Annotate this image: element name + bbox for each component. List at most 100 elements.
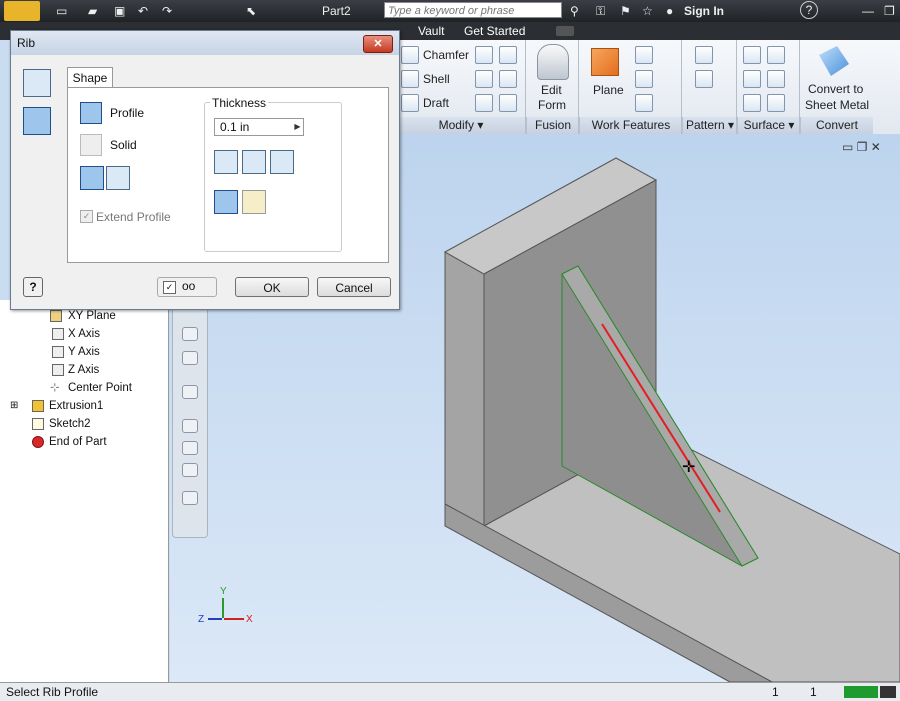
thickness-input[interactable]: 0.1 in [214,118,304,136]
app-menu-button[interactable] [4,1,40,21]
point-icon[interactable] [635,70,653,88]
chamfer-icon[interactable] [401,46,419,64]
convert-label-1[interactable]: Convert to [808,82,863,96]
convert-label-2[interactable]: Sheet Metal [805,98,869,112]
sign-in-link[interactable]: Sign In [684,2,724,20]
binoculars-icon[interactable]: ⚲ [570,2,579,20]
to-next-icon[interactable] [214,190,238,214]
extend-profile-checkbox[interactable]: ✓ [80,210,93,223]
key-icon[interactable]: ⚿ [596,2,605,20]
delete-face-icon[interactable] [767,94,785,112]
thickness-dropdown-icon[interactable]: ▶ [292,119,303,135]
browser-item-xy-plane[interactable]: XY Plane [68,309,116,323]
ok-button[interactable]: OK [235,277,309,297]
tab-get-started[interactable]: Get Started [464,23,525,39]
draft-button[interactable]: Draft [423,96,449,110]
search-input[interactable]: Type a keyword or phrase [384,2,562,18]
close-icon[interactable]: ✕ [363,35,393,53]
chamfer-button[interactable]: Chamfer [423,48,469,62]
browser-item-x-axis[interactable]: X Axis [68,327,100,341]
ucs-icon[interactable] [635,94,653,112]
browser-item-end-of-part[interactable]: End of Part [49,435,107,449]
dialog-title-bar[interactable]: Rib ✕ [11,31,399,55]
convert-sheet-metal-icon[interactable] [819,46,849,76]
status-count-1: 1 [772,685,779,699]
tab-vault[interactable]: Vault [418,23,444,39]
open-icon[interactable]: ▰ [88,2,97,20]
plane-button[interactable]: Plane [593,83,624,97]
combine-icon[interactable] [499,46,517,64]
move-bodies-icon[interactable] [499,94,517,112]
web-mode-icon[interactable] [23,107,51,135]
favorites-icon[interactable]: ☆ [642,2,653,20]
sketch-node-icon [32,418,44,430]
tab-shape[interactable]: Shape [67,67,113,87]
stitch-icon[interactable] [743,70,761,88]
thicken-icon[interactable] [743,46,761,64]
undo-icon[interactable]: ↶ [138,2,148,20]
mirror-icon[interactable] [695,70,713,88]
view-cube-icon[interactable] [182,491,198,505]
save-icon[interactable]: ▣ [114,2,125,20]
minimize-icon[interactable]: — [862,2,874,20]
shell-button[interactable]: Shell [423,72,450,86]
ribbon: Chamfer Shell Draft Modify ▾ Edit Form F… [395,40,900,135]
pan-icon[interactable] [182,327,198,341]
surface-panel-label[interactable]: Surface ▾ [737,117,800,134]
finite-icon[interactable] [242,190,266,214]
cancel-button[interactable]: Cancel [317,277,391,297]
look-at-icon[interactable] [182,419,198,433]
browser-item-center-point[interactable]: Center Point [68,381,132,395]
thickness-side-2-icon[interactable] [242,150,266,174]
thickness-side-1-icon[interactable] [214,150,238,174]
edit-form-label-2[interactable]: Form [538,98,566,112]
return-icon[interactable]: ⬉ [246,2,256,20]
extrusion-node-icon [32,400,44,412]
new-icon[interactable]: ▭ [56,2,67,20]
browser-item-y-axis[interactable]: Y Axis [68,345,100,359]
community-icon[interactable]: ⚑ [620,2,631,20]
rectangular-pattern-icon[interactable] [695,46,713,64]
trim-icon[interactable] [743,94,761,112]
move-face-icon[interactable] [499,70,517,88]
axis-icon[interactable] [635,46,653,64]
next-view-icon[interactable] [182,463,198,477]
direction-1-icon[interactable] [80,166,104,190]
orbit-icon[interactable] [182,385,198,399]
draft-icon[interactable] [401,94,419,112]
help-icon[interactable]: ? [800,1,818,19]
modify-panel-label[interactable]: Modify ▾ [395,117,526,134]
expand-icon[interactable]: ⊞ [10,399,18,413]
profile-select-icon[interactable] [80,102,102,124]
restore-icon[interactable]: ❐ [884,2,895,20]
boundary-patch-icon[interactable] [767,46,785,64]
edit-form-label[interactable]: Edit [541,83,562,97]
direction-2-icon[interactable] [106,166,130,190]
previous-view-icon[interactable] [182,441,198,455]
copy-object-icon[interactable] [475,94,493,112]
end-of-part-icon [32,436,44,448]
thread-icon[interactable] [475,46,493,64]
tab-options-icon[interactable] [556,26,574,36]
sculpt-icon[interactable] [767,70,785,88]
document-title: Part2 [322,4,351,18]
redo-icon[interactable]: ↷ [162,2,172,20]
profile-label: Profile [110,106,145,120]
shell-icon[interactable] [401,70,419,88]
browser-item-extrusion1[interactable]: Extrusion1 [49,399,103,413]
solid-select-icon[interactable] [80,134,102,156]
preview-checkbox[interactable]: ✓ [163,281,176,294]
zoom-icon[interactable] [182,351,198,365]
solid-label: Solid [110,138,137,152]
browser-item-z-axis[interactable]: Z Axis [68,363,99,377]
thickness-symmetric-icon[interactable] [270,150,294,174]
plane-node-icon [50,310,62,322]
rib-mode-icon[interactable] [23,69,51,97]
plane-icon[interactable] [591,48,619,76]
preview-toggle[interactable]: ✓ oo [157,277,217,297]
browser-item-sketch2[interactable]: Sketch2 [49,417,91,431]
pattern-panel-label[interactable]: Pattern ▾ [682,117,737,134]
split-icon[interactable] [475,70,493,88]
dialog-help-button[interactable]: ? [23,277,43,297]
edit-form-icon[interactable] [537,44,569,80]
